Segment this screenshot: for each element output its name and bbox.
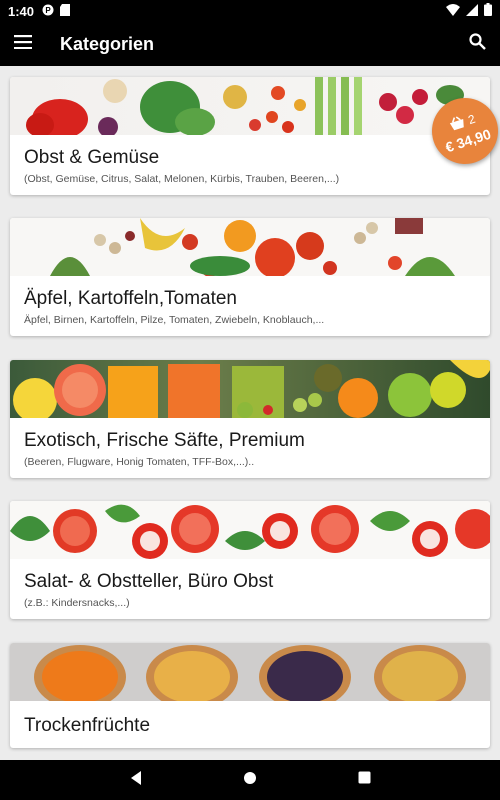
category-image — [10, 77, 490, 135]
category-description: Äpfel, Birnen, Kartoffeln, Pilze, Tomate… — [24, 314, 325, 326]
search-icon — [468, 33, 486, 55]
page-title: Kategorien — [60, 33, 155, 54]
category-image — [10, 218, 490, 276]
home-button[interactable] — [238, 768, 262, 792]
category-list[interactable]: Obst & Gemüse (Obst, Gemüse, Citrus, Sal… — [0, 66, 500, 760]
category-name: Exotisch, Frische Säfte, Premium — [24, 430, 305, 451]
category-name: Äpfel, Kartoffeln,Tomaten — [24, 288, 237, 309]
app-notification-icon: P — [42, 4, 54, 19]
basket-icon — [447, 114, 467, 135]
back-icon — [129, 770, 143, 791]
category-card-trockenfruechte[interactable]: Trockenfrüchte — [10, 643, 490, 748]
category-name: Salat- & Obstteller, Büro Obst — [24, 571, 274, 592]
category-name: Trockenfrüchte — [24, 715, 151, 736]
svg-text:P: P — [45, 6, 51, 15]
category-name: Obst & Gemüse — [24, 147, 160, 168]
recents-button[interactable] — [352, 768, 376, 792]
menu-icon — [14, 34, 32, 54]
category-image — [10, 501, 490, 559]
category-card-obst-gemuese[interactable]: Obst & Gemüse (Obst, Gemüse, Citrus, Sal… — [10, 77, 490, 195]
category-description: (Beeren, Flugware, Honig Tomaten, TFF-Bo… — [24, 456, 255, 468]
category-card-salat-obstteller[interactable]: Salat- & Obstteller, Büro Obst (z.B.: Ki… — [10, 501, 490, 619]
search-button[interactable] — [454, 22, 500, 66]
menu-button[interactable] — [0, 22, 46, 66]
signal-icon — [466, 3, 478, 19]
wifi-icon — [446, 3, 460, 19]
recents-icon — [358, 771, 371, 789]
category-description: (Obst, Gemüse, Citrus, Salat, Melonen, K… — [24, 173, 340, 185]
category-image — [10, 643, 490, 701]
category-description: (z.B.: Kindersnacks,...) — [24, 597, 130, 609]
sd-card-icon — [60, 3, 71, 19]
home-icon — [243, 771, 257, 790]
cart-count: 2 — [466, 111, 478, 128]
battery-icon — [484, 3, 492, 19]
status-time: 1:40 — [8, 3, 35, 19]
system-nav-bar — [0, 760, 500, 800]
status-bar: 1:40 P — [0, 0, 500, 22]
category-card-aepfel-kartoffeln-tomaten[interactable]: Äpfel, Kartoffeln,Tomaten Äpfel, Birnen,… — [10, 218, 490, 336]
app-bar: Kategorien — [0, 22, 500, 66]
category-image — [10, 360, 490, 418]
category-card-exotisch[interactable]: Exotisch, Frische Säfte, Premium (Beeren… — [10, 360, 490, 478]
back-button[interactable] — [124, 768, 148, 792]
